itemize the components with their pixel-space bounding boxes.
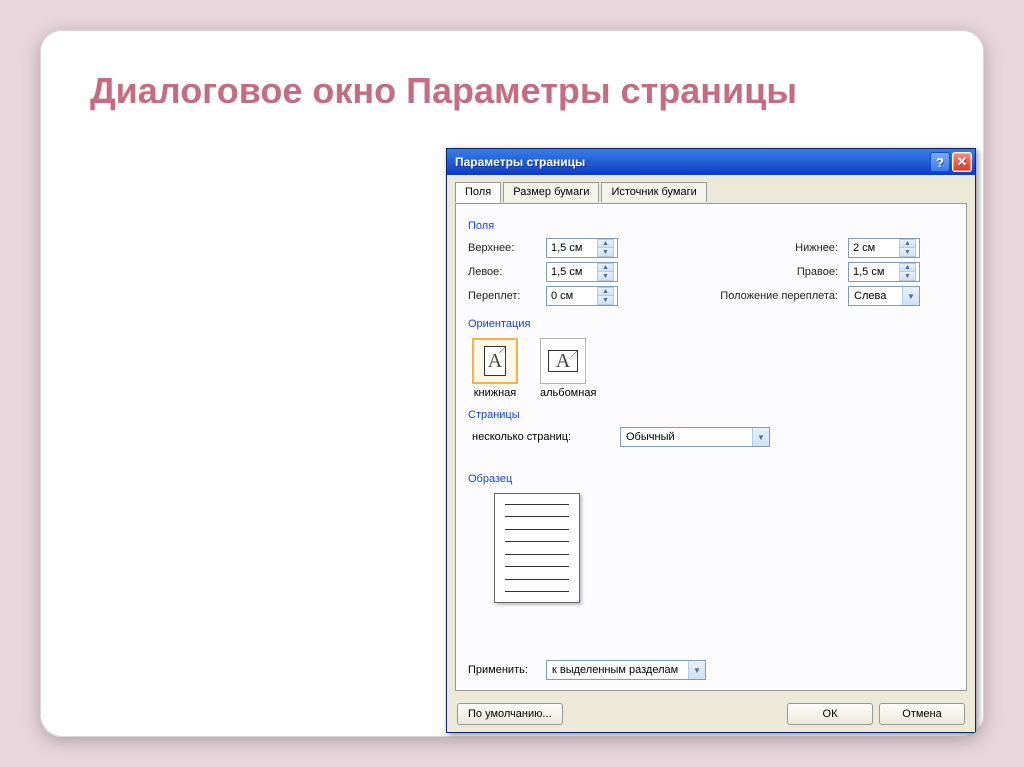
dialog-title: Параметры страницы — [455, 155, 585, 169]
help-icon: ? — [936, 155, 944, 170]
landscape-icon: A — [548, 350, 578, 372]
input-bottom-margin-field[interactable] — [849, 239, 899, 257]
dialog-titlebar[interactable]: Параметры страницы ? ✕ — [447, 149, 975, 175]
select-multi-pages-value: Обычный — [621, 431, 752, 443]
chevron-down-icon: ▼ — [752, 428, 769, 446]
spin-down-icon[interactable]: ▼ — [900, 248, 916, 257]
page-setup-dialog: Параметры страницы ? ✕ Поля Размер бумаг… — [446, 148, 976, 733]
select-gutter-pos-value: Слева — [849, 290, 902, 302]
select-multi-pages[interactable]: Обычный ▼ — [620, 427, 770, 447]
input-right-margin[interactable]: ▲▼ — [848, 262, 920, 282]
orientation-landscape-label: альбомная — [540, 387, 596, 399]
spin-up-icon[interactable]: ▲ — [900, 239, 916, 248]
label-multi-pages: несколько страниц: — [472, 431, 620, 443]
label-left: Левое: — [468, 266, 546, 278]
select-gutter-pos[interactable]: Слева ▼ — [848, 286, 920, 306]
spin-down-icon[interactable]: ▼ — [900, 272, 916, 281]
slide-frame: Диалоговое окно Параметры страницы Парам… — [40, 30, 984, 737]
input-bottom-margin[interactable]: ▲▼ — [848, 238, 920, 258]
input-top-margin-field[interactable] — [547, 239, 597, 257]
portrait-icon: A — [484, 346, 506, 376]
label-bottom: Нижнее: — [698, 242, 848, 254]
input-left-margin[interactable]: ▲▼ — [546, 262, 618, 282]
slide-title: Диалоговое окно Параметры страницы — [90, 70, 797, 111]
input-left-margin-field[interactable] — [547, 263, 597, 281]
spin-down-icon[interactable]: ▼ — [598, 248, 614, 257]
input-top-margin[interactable]: ▲▼ — [546, 238, 618, 258]
input-gutter-field[interactable] — [547, 287, 597, 305]
close-icon: ✕ — [957, 154, 968, 170]
select-apply-to[interactable]: к выделенным разделам ▼ — [546, 660, 706, 680]
label-gutter-pos: Положение переплета: — [698, 290, 848, 302]
label-gutter: Переплет: — [468, 290, 546, 302]
tab-paper-size[interactable]: Размер бумаги — [503, 182, 599, 202]
ok-button[interactable]: ОК — [787, 703, 873, 725]
input-right-margin-field[interactable] — [849, 263, 899, 281]
tab-paper-source[interactable]: Источник бумаги — [601, 182, 706, 202]
tab-fields[interactable]: Поля — [455, 182, 501, 203]
spin-down-icon[interactable]: ▼ — [598, 272, 614, 281]
dialog-footer: По умолчанию... ОК Отмена — [447, 696, 975, 732]
help-button[interactable]: ? — [930, 152, 950, 172]
orientation-portrait[interactable]: A книжная — [472, 338, 518, 399]
label-apply: Применить: — [468, 664, 546, 676]
label-top: Верхнее: — [468, 242, 546, 254]
orientation-landscape[interactable]: A альбомная — [540, 338, 596, 399]
spin-up-icon[interactable]: ▲ — [598, 239, 614, 248]
spin-up-icon[interactable]: ▲ — [900, 263, 916, 272]
spin-down-icon[interactable]: ▼ — [598, 296, 614, 305]
group-pages-label: Страницы — [468, 409, 954, 421]
preview-page-icon — [494, 493, 580, 603]
spin-up-icon[interactable]: ▲ — [598, 287, 614, 296]
close-button[interactable]: ✕ — [952, 152, 972, 172]
tab-pane: Поля Верхнее: ▲▼ Нижнее: ▲▼ — [455, 203, 967, 691]
group-preview-label: Образец — [468, 473, 954, 485]
spin-up-icon[interactable]: ▲ — [598, 263, 614, 272]
dialog-content: Поля Размер бумаги Источник бумаги Поля … — [447, 175, 975, 699]
group-orientation-label: Ориентация — [468, 318, 954, 330]
cancel-button[interactable]: Отмена — [879, 703, 965, 725]
select-apply-to-value: к выделенным разделам — [547, 664, 688, 676]
group-fields-label: Поля — [468, 220, 954, 232]
chevron-down-icon: ▼ — [902, 287, 919, 305]
label-right: Правое: — [698, 266, 848, 278]
input-gutter[interactable]: ▲▼ — [546, 286, 618, 306]
chevron-down-icon: ▼ — [688, 661, 705, 679]
tab-bar: Поля Размер бумаги Источник бумаги — [455, 181, 967, 203]
orientation-portrait-label: книжная — [474, 387, 517, 399]
default-button[interactable]: По умолчанию... — [457, 703, 563, 725]
preview-area — [494, 493, 954, 603]
